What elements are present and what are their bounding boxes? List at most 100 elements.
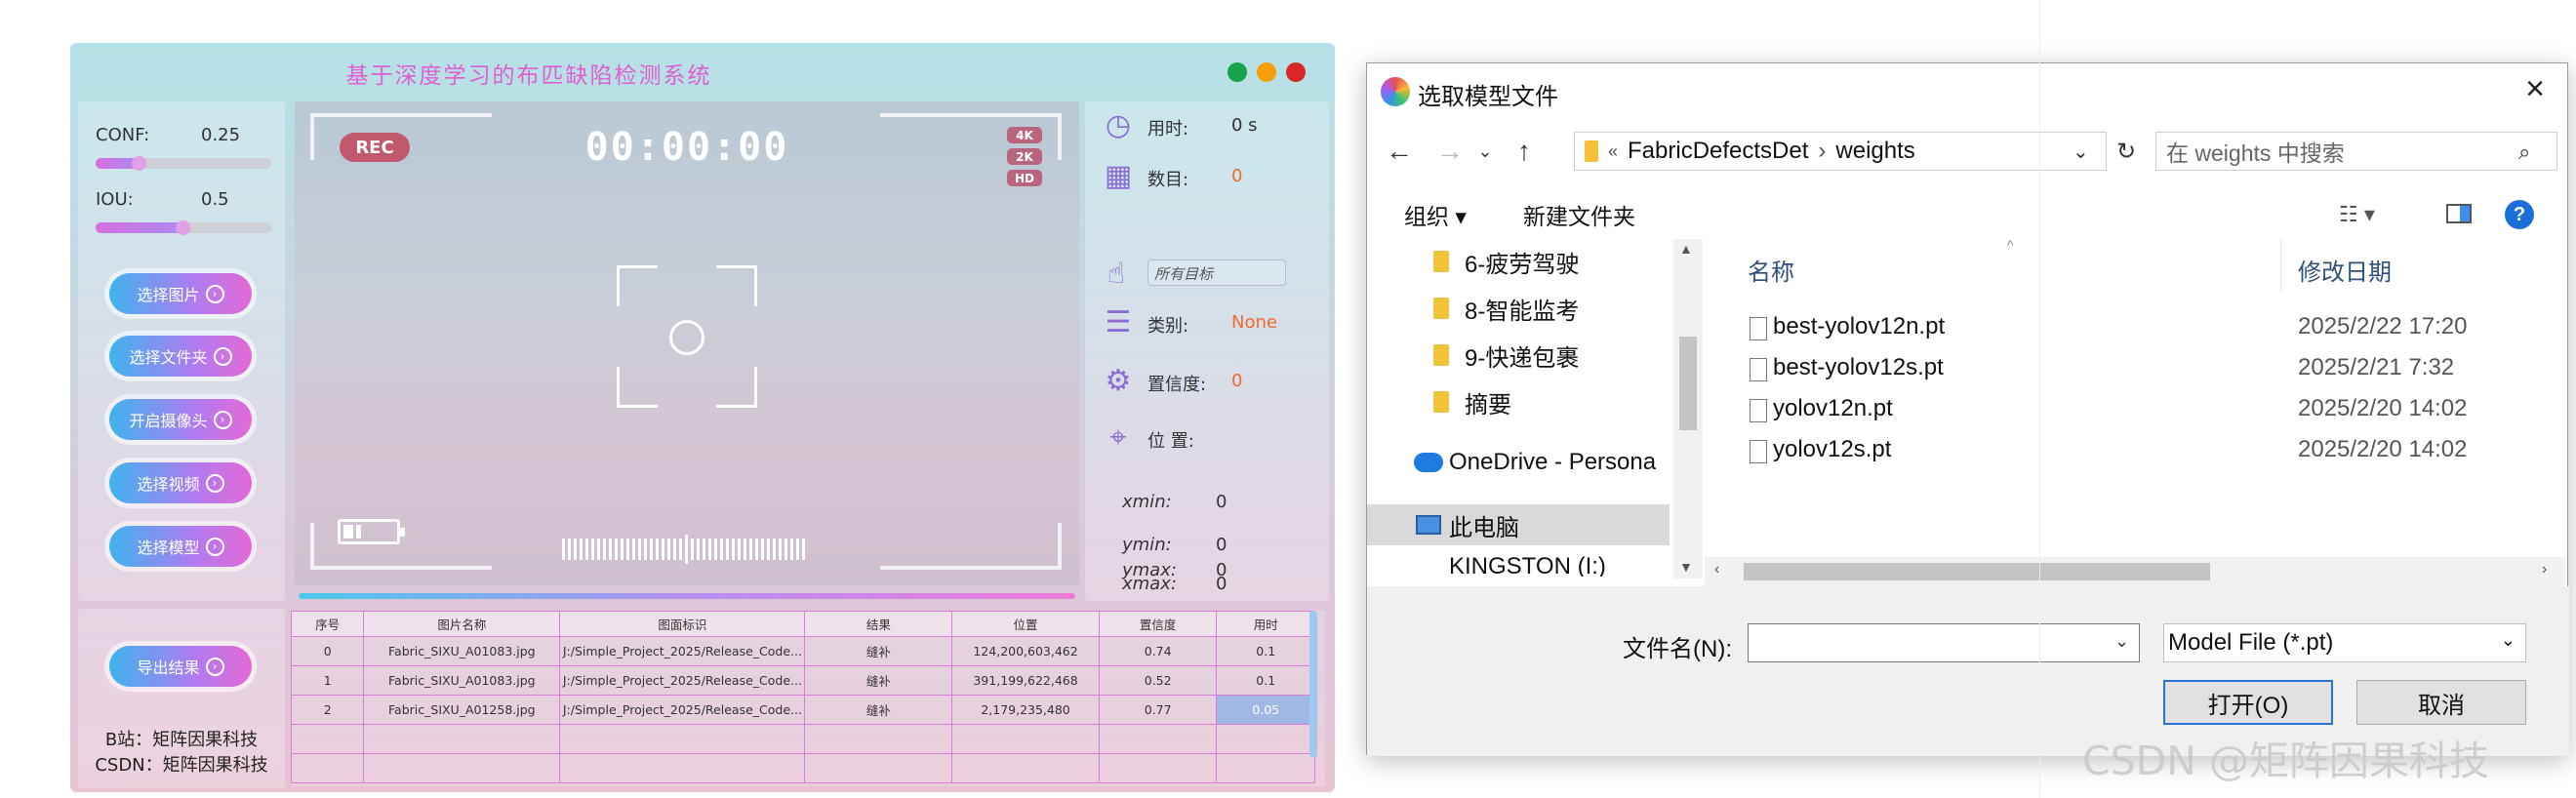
search-input[interactable]: 在 weights 中搜索 xyxy=(2155,132,2557,171)
conf-slider[interactable] xyxy=(96,156,271,171)
forward-arrow-icon[interactable]: → xyxy=(1429,132,1470,171)
scale-tick xyxy=(609,539,612,560)
file-list-hscrollbar[interactable]: ‹ › xyxy=(1705,557,2565,586)
open-button[interactable]: 打开(O) xyxy=(2163,680,2333,725)
chevron-down-icon[interactable]: ⌄ xyxy=(2114,631,2129,652)
help-icon[interactable]: ? xyxy=(2505,200,2534,229)
nav-item-this-pc[interactable]: 此电脑 xyxy=(1367,504,1670,545)
back-arrow-icon[interactable]: ← xyxy=(1379,132,1420,171)
maximize-dot[interactable] xyxy=(1257,62,1276,82)
table-row[interactable]: 2 Fabric_SIXU_A01258.jpg J:/Simple_Proje… xyxy=(290,695,1315,725)
file-row[interactable]: best-yolov12n.pt 2025/2/22 17:20 xyxy=(1705,307,2565,348)
cell[interactable]: 缝补 xyxy=(804,665,953,696)
cell[interactable]: 0.1 xyxy=(1216,665,1315,696)
target-select[interactable]: 所有目标 xyxy=(1147,259,1286,286)
conf-slider-handle[interactable] xyxy=(132,156,146,171)
cell[interactable]: 0.74 xyxy=(1098,636,1218,666)
close-icon[interactable]: × xyxy=(2511,69,2559,108)
nav-item-kingston[interactable]: KINGSTON (I:) xyxy=(1367,555,1670,577)
export-panel: 导出结果 › B站：矩阵因果科技 CSDN：矩阵因果科技 xyxy=(78,609,285,788)
table-row[interactable]: 0 Fabric_SIXU_A01083.jpg J:/Simple_Proje… xyxy=(290,636,1315,666)
computer-icon xyxy=(1416,515,1441,535)
col-confidence[interactable]: 置信度 xyxy=(1098,611,1218,637)
hscroll-thumb[interactable] xyxy=(1744,563,2210,580)
nav-scrollbar[interactable]: ▲ ▼ xyxy=(1673,239,1703,579)
nav-item-label: OneDrive - Persona xyxy=(1449,449,1657,475)
cell[interactable]: J:/Simple_Project_2025/Release_Code... xyxy=(559,695,806,725)
view-options-icon[interactable]: ☷ ▾ xyxy=(2339,202,2375,227)
nav-item-8[interactable]: 8-智能监考 xyxy=(1367,288,1670,329)
cell[interactable]: 0.52 xyxy=(1098,665,1218,696)
scale-tick xyxy=(744,539,746,560)
cell[interactable]: 2 xyxy=(290,695,365,725)
cell-selected[interactable]: 0.05 xyxy=(1216,695,1315,725)
breadcrumb-fabricdefectsdet[interactable]: FabricDefectsDet xyxy=(1628,138,1808,165)
watermark: CSDN @矩阵因果科技 xyxy=(2082,738,2489,784)
file-row[interactable]: yolov12s.pt 2025/2/20 14:02 xyxy=(1705,430,2565,471)
nav-item-label: 8-智能监考 xyxy=(1465,298,1580,325)
select-video-button[interactable]: 选择视频 › xyxy=(109,462,252,503)
folder-icon xyxy=(1433,298,1449,319)
cell[interactable]: J:/Simple_Project_2025/Release_Code... xyxy=(559,665,806,696)
scroll-right-icon[interactable]: › xyxy=(2542,561,2547,579)
cell[interactable]: Fabric_SIXU_A01083.jpg xyxy=(363,665,561,696)
file-row[interactable]: best-yolov12s.pt 2025/2/21 7:32 xyxy=(1705,348,2565,389)
column-modified[interactable]: 修改日期 xyxy=(2298,253,2392,287)
organize-menu[interactable]: 组织 ▾ xyxy=(1404,198,1467,231)
select-folder-button[interactable]: 选择文件夹 › xyxy=(109,336,252,377)
cell[interactable]: 缝补 xyxy=(804,695,953,725)
address-bar[interactable]: « FabricDefectsDet › weights ⌄ xyxy=(1574,132,2107,171)
up-arrow-icon[interactable]: ↑ xyxy=(1504,132,1545,171)
nav-item-9[interactable]: 9-快递包裹 xyxy=(1367,335,1670,376)
select-model-button[interactable]: 选择模型 › xyxy=(109,526,252,567)
breadcrumb-overflow[interactable]: « xyxy=(1608,141,1618,162)
nav-item-6[interactable]: 6-疲劳驾驶 xyxy=(1367,241,1670,282)
open-camera-button[interactable]: 开启摄像头 › xyxy=(109,399,252,440)
cell[interactable]: J:/Simple_Project_2025/Release_Code... xyxy=(559,636,806,666)
ymin-value: 0 xyxy=(1216,535,1228,555)
column-name[interactable]: 名称 xyxy=(1748,253,1794,287)
scroll-down-icon[interactable]: ▼ xyxy=(1679,559,1693,575)
scroll-left-icon[interactable]: ‹ xyxy=(1714,561,1719,579)
chevron-down-icon[interactable]: ⌄ xyxy=(2073,140,2089,164)
cell[interactable]: Fabric_SIXU_A01258.jpg xyxy=(363,695,561,725)
minimize-dot[interactable] xyxy=(1228,62,1247,82)
col-time[interactable]: 用时 xyxy=(1216,611,1315,637)
nav-item-label: 摘要 xyxy=(1465,391,1511,419)
iou-slider-handle[interactable] xyxy=(176,220,190,235)
breadcrumb-separator: › xyxy=(1818,138,1827,164)
nav-item-summary[interactable]: 摘要 xyxy=(1367,381,1670,422)
scroll-up-icon[interactable]: ▲ xyxy=(1679,241,1693,257)
refresh-icon[interactable]: ↻ xyxy=(2107,132,2146,171)
cell[interactable]: 0.77 xyxy=(1098,695,1218,725)
cell[interactable]: 391,199,622,468 xyxy=(951,665,1100,696)
col-position[interactable]: 位置 xyxy=(951,611,1100,637)
file-row[interactable]: yolov12n.pt 2025/2/20 14:02 xyxy=(1705,389,2565,430)
cell[interactable]: 0.1 xyxy=(1216,636,1315,666)
table-scrollbar[interactable] xyxy=(1309,611,1317,757)
col-image-name[interactable]: 图片名称 xyxy=(363,611,561,637)
cell[interactable]: 124,200,603,462 xyxy=(951,636,1100,666)
table-row[interactable]: 1 Fabric_SIXU_A01083.jpg J:/Simple_Proje… xyxy=(290,665,1315,696)
cell[interactable]: 缝补 xyxy=(804,636,953,666)
cell[interactable]: 2,179,235,480 xyxy=(951,695,1100,725)
chevron-down-icon[interactable]: ⌄ xyxy=(1470,132,1500,171)
preview-pane-icon[interactable] xyxy=(2446,204,2472,223)
cell[interactable]: 0 xyxy=(290,636,365,666)
col-image-path[interactable]: 图面标识 xyxy=(559,611,806,637)
cell[interactable]: Fabric_SIXU_A01083.jpg xyxy=(363,636,561,666)
col-index[interactable]: 序号 xyxy=(290,611,365,637)
iou-slider[interactable] xyxy=(96,220,271,235)
new-folder-button[interactable]: 新建文件夹 xyxy=(1523,198,1635,231)
select-image-button[interactable]: 选择图片 › xyxy=(109,273,252,314)
export-results-button[interactable]: 导出结果 › xyxy=(109,646,252,687)
filetype-select[interactable]: Model File (*.pt) ⌄ xyxy=(2163,623,2526,662)
close-dot[interactable] xyxy=(1286,62,1306,82)
cell[interactable]: 1 xyxy=(290,665,365,696)
cancel-button[interactable]: 取消 xyxy=(2356,680,2526,725)
nav-item-onedrive[interactable]: OneDrive - Persona xyxy=(1367,442,1670,483)
breadcrumb-weights[interactable]: weights xyxy=(1835,138,1914,165)
filename-input[interactable] xyxy=(1748,623,2140,662)
col-result[interactable]: 结果 xyxy=(804,611,953,637)
scroll-thumb[interactable] xyxy=(1679,337,1697,430)
